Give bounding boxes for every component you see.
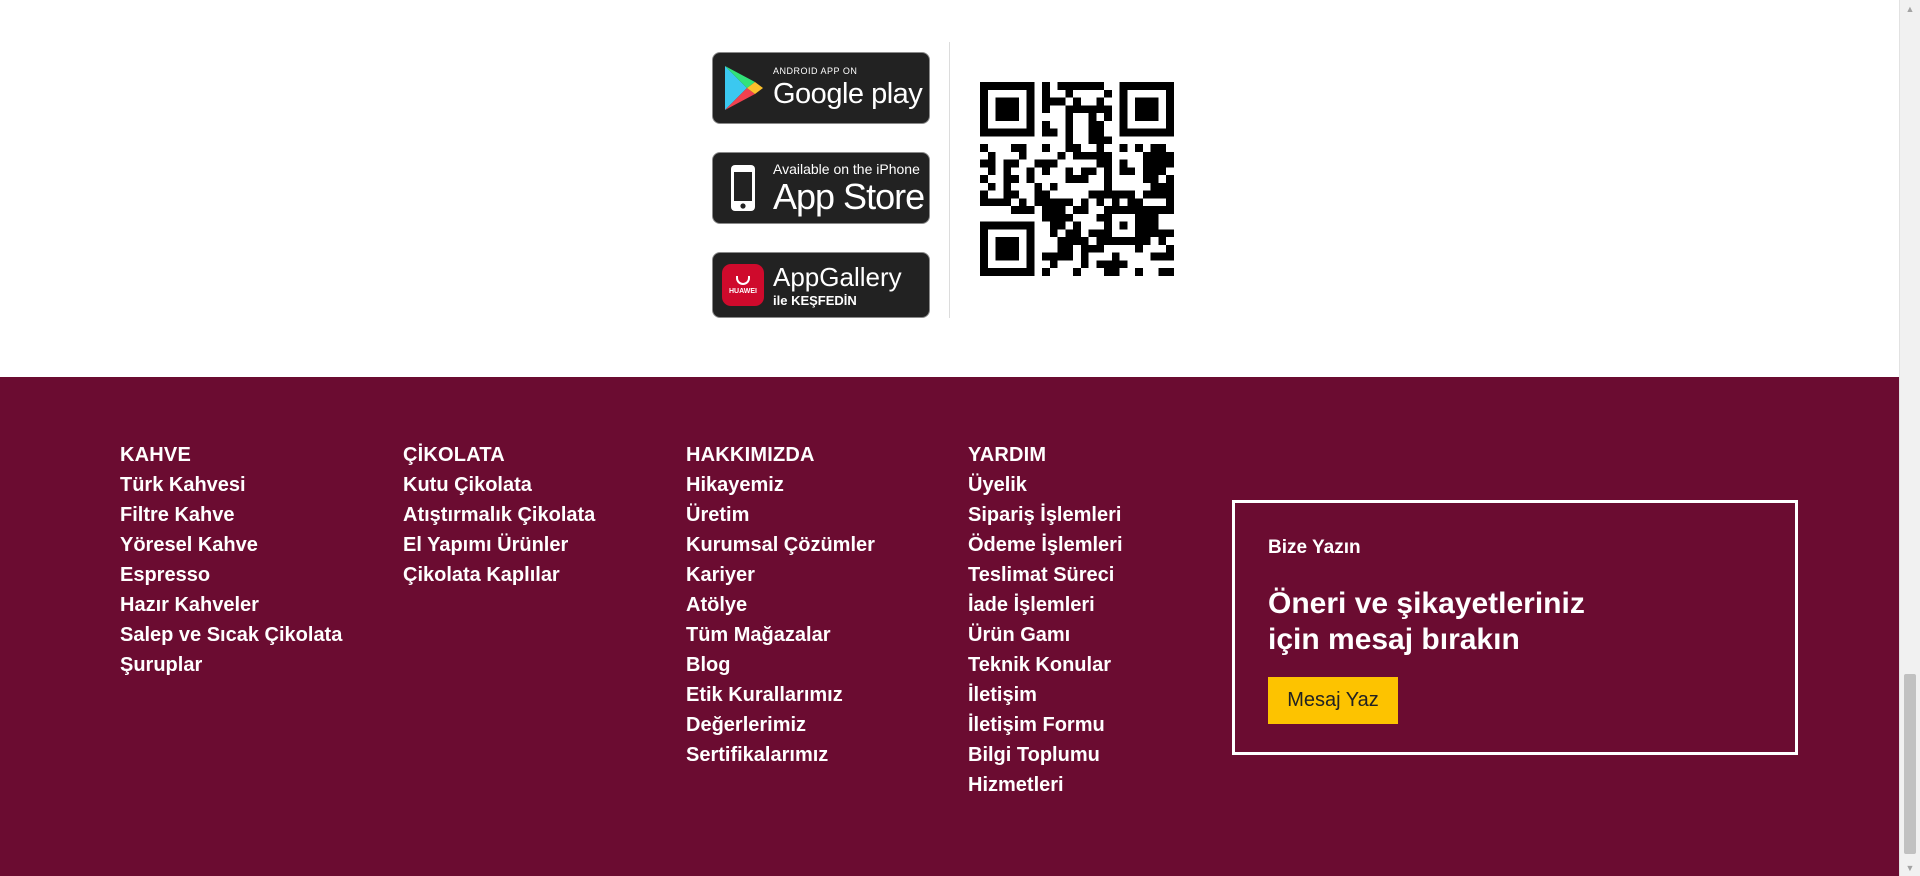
contact-heading: Öneri ve şikayetleriniz için mesaj bırak…: [1268, 586, 1688, 658]
footer-link[interactable]: Türk Kahvesi: [120, 470, 342, 500]
footer-link[interactable]: Blog: [686, 650, 875, 680]
site-footer: KAHVE Türk Kahvesi Filtre Kahve Yöresel …: [0, 377, 1899, 876]
footer-link[interactable]: Teslimat Süreci: [968, 560, 1123, 590]
footer-column-cikolata: ÇİKOLATA Kutu Çikolata Atıştırmalık Çiko…: [403, 440, 595, 590]
google-play-big-text: Google play: [773, 78, 923, 110]
huawei-brand-text: HUAWEI: [729, 287, 757, 295]
footer-column-title: HAKKIMIZDA: [686, 444, 815, 466]
scroll-thumb[interactable]: [1904, 674, 1916, 854]
app-gallery-big-text: AppGallery: [773, 261, 902, 292]
footer-column-title: KAHVE: [120, 444, 192, 466]
vertical-divider: [949, 42, 950, 318]
footer-link[interactable]: Filtre Kahve: [120, 500, 342, 530]
app-gallery-badge[interactable]: HUAWEI AppGallery ile KEŞFEDİN: [712, 252, 930, 318]
contact-kicker: Bize Yazın: [1268, 537, 1361, 558]
footer-column-hakkimizda: HAKKIMIZDA Hikayemiz Üretim Kurumsal Çöz…: [686, 440, 875, 770]
contact-heading-line-1: Öneri ve şikayetleriniz: [1268, 587, 1585, 620]
app-store-small-text: Available on the iPhone: [773, 160, 920, 177]
footer-link[interactable]: Hizmetleri: [968, 770, 1123, 800]
footer-link[interactable]: Etik Kurallarımız: [686, 680, 875, 710]
footer-link[interactable]: Espresso: [120, 560, 342, 590]
footer-column-kahve: KAHVE Türk Kahvesi Filtre Kahve Yöresel …: [120, 440, 342, 680]
huawei-appgallery-icon: HUAWEI: [713, 253, 773, 317]
write-message-button[interactable]: Mesaj Yaz: [1268, 677, 1398, 724]
footer-column-title: ÇİKOLATA: [403, 444, 505, 466]
footer-link[interactable]: Değerlerimiz: [686, 710, 875, 740]
footer-link[interactable]: İade İşlemleri: [968, 590, 1123, 620]
footer-link[interactable]: Üretim: [686, 500, 875, 530]
footer-link[interactable]: İletişim: [968, 680, 1123, 710]
footer-link[interactable]: Atölye: [686, 590, 875, 620]
footer-link[interactable]: Tüm Mağazalar: [686, 620, 875, 650]
footer-link[interactable]: Hazır Kahveler: [120, 590, 342, 620]
footer-link[interactable]: Salep ve Sıcak Çikolata: [120, 620, 342, 650]
footer-link[interactable]: Sertifikalarımız: [686, 740, 875, 770]
scroll-down-arrow-icon[interactable]: ▼: [1900, 859, 1920, 876]
qr-code: [980, 82, 1174, 276]
footer-link[interactable]: Kurumsal Çözümler: [686, 530, 875, 560]
footer-column-yardim: YARDIM Üyelik Sipariş İşlemleri Ödeme İş…: [968, 440, 1123, 800]
contact-heading-line-2: için mesaj bırakın: [1268, 623, 1520, 656]
contact-box: Bize Yazın Öneri ve şikayetleriniz için …: [1232, 500, 1798, 755]
app-gallery-small-text: ile KEŞFEDİN: [773, 292, 857, 308]
footer-column-title: YARDIM: [968, 444, 1047, 466]
footer-link[interactable]: İletişim Formu: [968, 710, 1123, 740]
footer-link[interactable]: Şuruplar: [120, 650, 342, 680]
footer-link[interactable]: Yöresel Kahve: [120, 530, 342, 560]
footer-link[interactable]: Teknik Konular: [968, 650, 1123, 680]
vertical-scrollbar[interactable]: ▲ ▼: [1899, 0, 1920, 876]
footer-link[interactable]: Sipariş İşlemleri: [968, 500, 1123, 530]
footer-link[interactable]: Kariyer: [686, 560, 875, 590]
google-play-badge[interactable]: ANDROID APP ON Google play: [712, 52, 930, 124]
footer-link[interactable]: Ürün Gamı: [968, 620, 1123, 650]
iphone-icon: [713, 153, 773, 223]
google-play-small-text: ANDROID APP ON: [773, 66, 858, 76]
footer-link[interactable]: Ödeme İşlemleri: [968, 530, 1123, 560]
scroll-up-arrow-icon[interactable]: ▲: [1900, 0, 1920, 17]
footer-link[interactable]: Hikayemiz: [686, 470, 875, 500]
app-store-big-text: App Store: [773, 175, 925, 217]
app-store-badge[interactable]: Available on the iPhone App Store: [712, 152, 930, 224]
footer-link[interactable]: El Yapımı Ürünler: [403, 530, 595, 560]
app-download-section: ANDROID APP ON Google play Available on …: [0, 0, 1899, 377]
footer-link[interactable]: Atıştırmalık Çikolata: [403, 500, 595, 530]
google-play-icon: [713, 53, 773, 123]
footer-link[interactable]: Üyelik: [968, 470, 1123, 500]
footer-link[interactable]: Kutu Çikolata: [403, 470, 595, 500]
footer-link[interactable]: Bilgi Toplumu: [968, 740, 1123, 770]
footer-link[interactable]: Çikolata Kaplılar: [403, 560, 595, 590]
